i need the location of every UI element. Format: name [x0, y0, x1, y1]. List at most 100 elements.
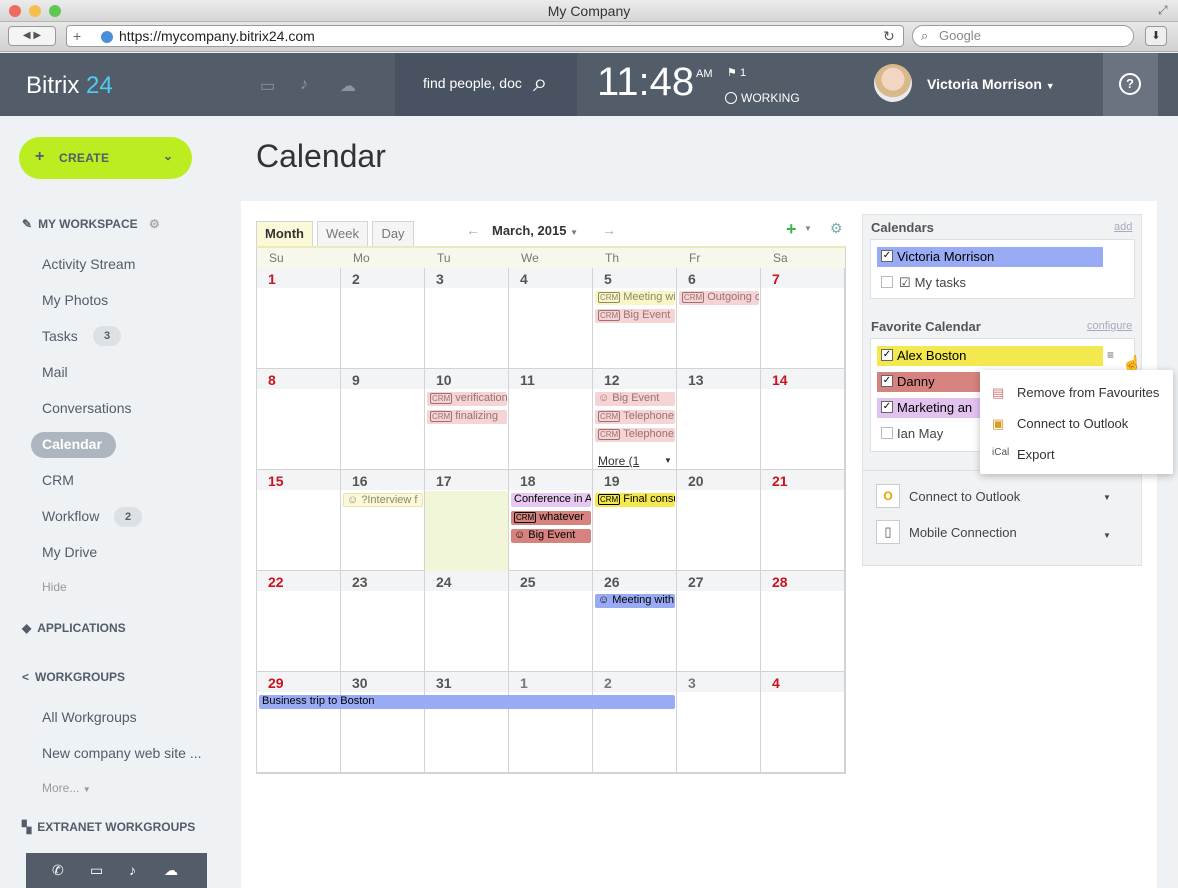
day-cell[interactable]: 26: [593, 571, 677, 672]
clock-time[interactable]: 11:48: [597, 60, 694, 105]
event-chip[interactable]: ☺ Big Event: [595, 392, 675, 406]
url-bar[interactable]: + https://mycompany.bitrix24.com ↻: [66, 25, 904, 47]
chat-icon[interactable]: ▭: [90, 862, 103, 879]
day-cell[interactable]: 22: [257, 571, 341, 672]
day-cell[interactable]: 27: [677, 571, 761, 672]
checkbox[interactable]: [881, 427, 893, 439]
calendar-item-ian-may[interactable]: Ian May: [877, 424, 980, 444]
menu-item-export[interactable]: Export: [1017, 447, 1055, 462]
day-cell[interactable]: 13: [677, 369, 761, 470]
day-cell[interactable]: 6: [677, 268, 761, 369]
day-cell[interactable]: 30: [341, 672, 425, 773]
cloud-icon[interactable]: ☁: [340, 76, 356, 96]
day-cell[interactable]: 28: [761, 571, 845, 672]
day-cell[interactable]: 9: [341, 369, 425, 470]
cloud-icon[interactable]: ☁: [164, 862, 178, 879]
tab-month[interactable]: Month: [256, 221, 313, 248]
tab-week[interactable]: Week: [317, 221, 368, 247]
my-workspace-header[interactable]: ✎ MY WORKSPACE ⚙: [22, 217, 160, 231]
back-forward-icon[interactable]: ◀ ▶: [8, 26, 56, 46]
extranet-header[interactable]: ▚ EXTRANET WORKGROUPS: [22, 820, 195, 834]
calendar-item-marketing[interactable]: ✓ Marketing an: [877, 398, 980, 418]
more-link[interactable]: More... ▼: [42, 781, 91, 795]
user-menu[interactable]: Victoria Morrison ▼: [927, 76, 1055, 92]
day-cell[interactable]: 8: [257, 369, 341, 470]
event-chip[interactable]: ☺ Meeting with: [595, 594, 675, 608]
day-cell[interactable]: 23: [341, 571, 425, 672]
event-chip[interactable]: CRM Big Event: [595, 309, 675, 323]
sidebar-item-all-workgroups[interactable]: All Workgroups: [42, 709, 137, 725]
day-cell[interactable]: 20: [677, 470, 761, 571]
applications-header[interactable]: ◆ APPLICATIONS: [22, 621, 126, 635]
mobile-connection-row[interactable]: ▯ Mobile Connection ▼: [876, 520, 1126, 546]
workgroups-header[interactable]: < WORKGROUPS: [22, 670, 125, 684]
work-status[interactable]: WORKING: [725, 91, 800, 105]
calendar-item-my-tasks[interactable]: ☑ My tasks: [877, 273, 1103, 293]
event-chip[interactable]: ☺ ?Interview f: [343, 493, 423, 507]
menu-item-connect-outlook[interactable]: Connect to Outlook: [1017, 416, 1128, 431]
more-events-link[interactable]: More (1: [598, 454, 639, 468]
sidebar-item-tasks[interactable]: Tasks: [42, 328, 78, 344]
day-cell[interactable]: 3: [677, 672, 761, 773]
checkbox[interactable]: ✓: [881, 401, 893, 413]
day-cell[interactable]: 11: [509, 369, 593, 470]
create-button[interactable]: + CREATE ⌄: [19, 137, 192, 179]
day-cell[interactable]: 24: [425, 571, 509, 672]
checkbox[interactable]: ✓: [881, 349, 893, 361]
sidebar-item-my-drive[interactable]: My Drive: [42, 544, 97, 560]
sidebar-item-mail[interactable]: Mail: [42, 364, 68, 380]
day-cell[interactable]: 29: [257, 672, 341, 773]
chevron-down-icon[interactable]: ▼: [664, 456, 672, 465]
prev-month-arrow-icon[interactable]: ←: [466, 222, 480, 238]
day-cell[interactable]: 4: [761, 672, 845, 773]
event-chip[interactable]: CRMMeeting with: [595, 291, 675, 305]
event-chip[interactable]: CRMTelephone c: [595, 428, 675, 442]
sidebar-item-my-photos[interactable]: My Photos: [42, 292, 108, 308]
day-cell[interactable]: 7: [761, 268, 845, 369]
event-chip[interactable]: CRMOutgoing ca: [679, 291, 759, 305]
day-cell[interactable]: 1: [257, 268, 341, 369]
plus-icon[interactable]: +: [73, 26, 81, 46]
avatar[interactable]: [874, 64, 912, 102]
next-month-arrow-icon[interactable]: →: [602, 222, 616, 238]
sidebar-item-conversations[interactable]: Conversations: [42, 400, 132, 416]
chat-icon[interactable]: ▭: [260, 76, 275, 96]
menu-icon[interactable]: ≡: [1107, 348, 1114, 362]
day-cell[interactable]: 25: [509, 571, 593, 672]
bell-icon[interactable]: ♪: [300, 76, 308, 94]
day-cell[interactable]: 3: [425, 268, 509, 369]
gear-icon[interactable]: ⚙: [149, 217, 160, 231]
calendar-item-alex-boston[interactable]: ✓ Alex Boston: [877, 346, 1103, 366]
header-search[interactable]: find people, doc ⌕: [395, 53, 577, 116]
phone-icon[interactable]: ✆: [52, 862, 64, 879]
checkbox[interactable]: ✓: [881, 375, 893, 387]
event-chip[interactable]: Conference in A: [511, 493, 591, 507]
logo[interactable]: Bitrix 24: [26, 72, 113, 100]
event-chip[interactable]: CRM whatever: [511, 511, 591, 525]
connect-outlook-row[interactable]: O Connect to Outlook ▼: [876, 484, 1126, 510]
sidebar-item-crm[interactable]: CRM: [42, 472, 74, 488]
day-cell[interactable]: 4: [509, 268, 593, 369]
fullscreen-icon[interactable]: ⤢: [1158, 3, 1168, 18]
gear-icon[interactable]: ⚙: [830, 220, 843, 237]
sidebar-item-calendar[interactable]: Calendar: [31, 432, 116, 458]
reload-icon[interactable]: ↻: [883, 26, 895, 46]
search-icon[interactable]: ⌕: [533, 67, 548, 99]
add-event-button[interactable]: +: [786, 219, 797, 240]
menu-item-remove-favourites[interactable]: Remove from Favourites: [1017, 385, 1159, 400]
help-button[interactable]: ?: [1103, 53, 1158, 116]
event-chip[interactable]: CRM verification: [427, 392, 507, 406]
day-cell[interactable]: 2: [593, 672, 677, 773]
event-chip[interactable]: CRMFinal consul: [595, 493, 675, 507]
calendar-item-danny[interactable]: ✓ Danny: [877, 372, 980, 392]
day-cell[interactable]: 1: [509, 672, 593, 773]
day-cell[interactable]: 14: [761, 369, 845, 470]
bell-icon[interactable]: ♪: [129, 862, 136, 878]
event-chip[interactable]: CRM finalizing: [427, 410, 507, 424]
configure-link[interactable]: configure: [1087, 320, 1132, 332]
day-cell[interactable]: 31: [425, 672, 509, 773]
checkbox[interactable]: ✓: [881, 250, 893, 262]
sidebar-item-workflow[interactable]: Workflow: [42, 508, 99, 524]
day-cell[interactable]: 15: [257, 470, 341, 571]
calendar-item-victoria-morrison[interactable]: ✓ Victoria Morrison: [877, 247, 1103, 267]
